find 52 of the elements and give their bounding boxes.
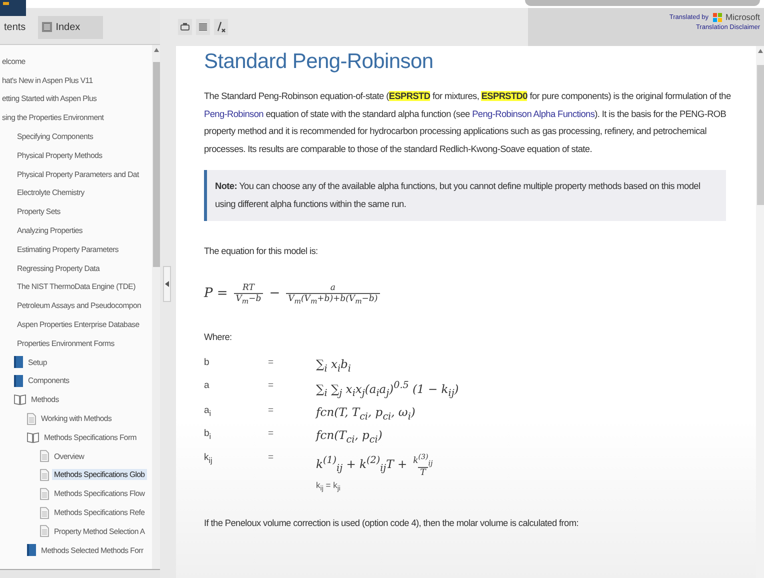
link[interactable]: Peng-Robinson Alpha Functions (472, 108, 595, 118)
equals-sign: = (268, 452, 275, 463)
book-icon (14, 356, 23, 368)
scrollbar[interactable] (756, 46, 764, 578)
page-icon (40, 525, 49, 538)
scroll-up-icon[interactable] (154, 48, 158, 52)
book-icon (14, 374, 23, 387)
equals-sign: = (268, 405, 275, 416)
symbol: k$_{ij}$ (204, 452, 214, 465)
closing-paragraph: If the Peneloux volume correction is used (option code 4), then the molar volume is calculated from: (204, 516, 580, 530)
page-icon (40, 468, 49, 481)
tab[interactable]: Index (38, 16, 103, 38)
print-icon[interactable] (178, 19, 192, 35)
page-title: Standard Peng-Robinson (204, 50, 434, 74)
book-icon (27, 544, 36, 556)
formula-text: k$^{(1)}$$_{ij}$ + k$^{(2)}$$_{ij}$T + (316, 455, 408, 475)
link[interactable]: Peng-Robinson (204, 108, 264, 118)
caret-icon (165, 281, 169, 287)
scrollbar[interactable] (152, 45, 160, 569)
page-icon (27, 412, 36, 425)
formula-text: ∑$_{i}$ ∑$_{j}$ x$_{i}$x$_{j}$(a$_{i}$a$_{j}$)$^{0.5}$ (1 − k$_{ij}$) (316, 380, 459, 400)
equation-intro: The equation for this model is: (204, 245, 319, 258)
scroll-up-icon[interactable] (758, 49, 762, 53)
page-icon (40, 506, 49, 519)
symbol: b$_{i}$ (204, 428, 212, 442)
formula-text: fcn(T, T$_{ci}$, p$_{ci}$, ω$_{i}$) (316, 405, 416, 422)
symbol: a$_{i}$ (204, 405, 212, 418)
symbol: b (204, 356, 210, 368)
page-icon (40, 488, 49, 500)
formula-text: fcn(T$_{ci}$, p$_{ci}$) (316, 428, 382, 446)
fraction: a V$_{m}$(V$_{m}$+b)+b(V$_{m}$−b) (286, 282, 380, 306)
open-book-icon (14, 394, 26, 406)
page-icon (40, 450, 49, 462)
list-icon (42, 22, 52, 32)
open-book-icon (27, 432, 39, 443)
equals-sign: = (268, 428, 275, 440)
note-box: Note: You can choose any of the available alpha functions, but you cannot define multiple property methods based on this model using different alpha functions within the same run. (204, 170, 726, 221)
clear-format-icon[interactable] (214, 19, 228, 35)
logo-icon (0, 0, 26, 16)
equals-sign: = (268, 356, 275, 368)
brand-name: Microsoft (726, 12, 760, 22)
list-icon[interactable] (196, 19, 210, 35)
formula-text: − (269, 286, 280, 302)
symbol: a (204, 380, 210, 391)
formula-text: ∑$_{i}$ x$_{i}$b$_{i}$ (316, 356, 351, 374)
formula-text: P = (204, 286, 228, 302)
collapse-button[interactable] (163, 266, 171, 302)
where-label: Where: (204, 331, 233, 344)
formula-note: k$_{ij}$ = k$_{ji}$ (316, 480, 342, 493)
fraction: RT V$_{m}$−b (234, 282, 264, 306)
equals-sign: = (268, 380, 275, 391)
windows-logo-icon (712, 12, 722, 22)
